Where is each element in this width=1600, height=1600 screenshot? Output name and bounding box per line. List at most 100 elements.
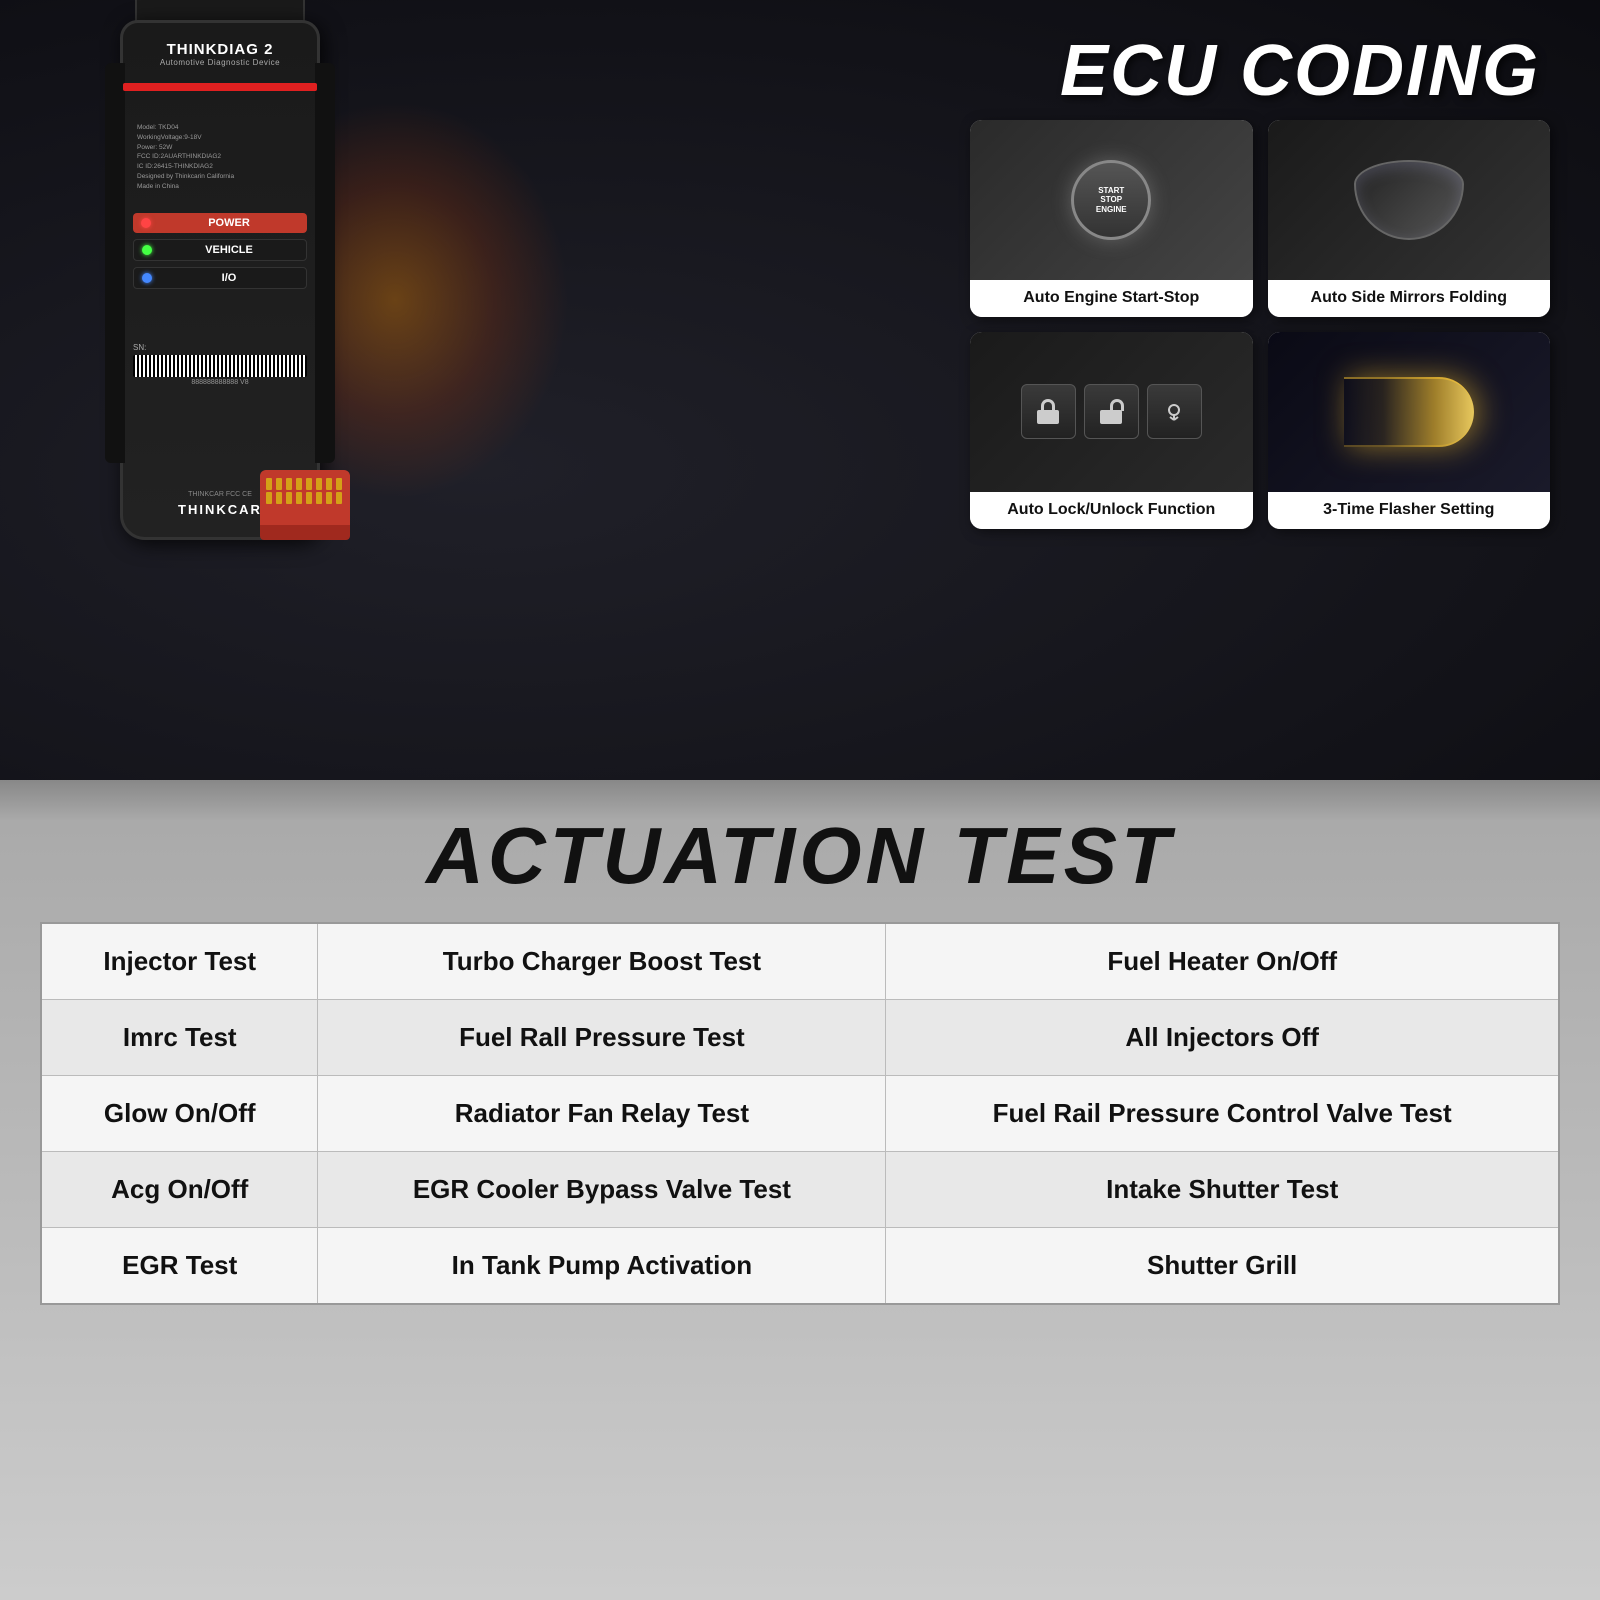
table-row: Acg On/OffEGR Cooler Bypass Valve TestIn… [41, 1152, 1559, 1228]
lock-icon [1037, 399, 1059, 424]
spec-fcc: FCC ID:2AUARTHINKDIAG2 [137, 152, 303, 162]
device-body: THINKDIAG 2 Automotive Diagnostic Device… [120, 20, 320, 540]
obd-connector [260, 470, 350, 540]
device-brand-sub: Automotive Diagnostic Device [123, 58, 317, 67]
cell-col3-4: Shutter Grill [886, 1228, 1559, 1305]
device-container: THINKDIAG 2 Automotive Diagnostic Device… [60, 20, 480, 760]
cell-col3-2: Fuel Rail Pressure Control Valve Test [886, 1076, 1559, 1152]
mirror-visual [1354, 160, 1464, 240]
feature-card-flasher: 3-Time Flasher Setting [1268, 332, 1551, 529]
actuation-table: Injector TestTurbo Charger Boost TestFue… [40, 922, 1560, 1305]
cell-col2-4: In Tank Pump Activation [318, 1228, 886, 1305]
feature-card-start-stop: START STOP ENGINE Auto Engine Start-Stop [970, 120, 1253, 317]
obd-pin [326, 492, 332, 504]
bottom-section: ACTUATION TEST Injector TestTurbo Charge… [0, 780, 1600, 1600]
led-power-dot [141, 218, 151, 228]
obd-pin [316, 492, 322, 504]
led-vehicle-dot [142, 245, 152, 255]
lock-button-visual [1021, 384, 1076, 439]
light-button-visual [1147, 384, 1202, 439]
cell-col2-1: Fuel Rall Pressure Test [318, 1000, 886, 1076]
device-brand: THINKDIAG 2 Automotive Diagnostic Device [123, 41, 317, 67]
ecu-coding-title: ECU CODING [1060, 30, 1540, 112]
feature-img-mirror [1268, 120, 1551, 280]
feature-img-flasher [1268, 332, 1551, 492]
spec-made: Made in China [137, 182, 303, 192]
actuation-title: ACTUATION TEST [0, 810, 1600, 902]
start-stop-button-visual: START STOP ENGINE [1071, 160, 1151, 240]
table-row: Injector TestTurbo Charger Boost TestFue… [41, 923, 1559, 1000]
unlock-button-visual [1084, 384, 1139, 439]
lock-body [1037, 410, 1059, 424]
unlock-body [1100, 410, 1122, 424]
obd-pin [336, 478, 342, 490]
led-io-label: I/O [160, 272, 298, 284]
cell-col1-3: Acg On/Off [41, 1152, 318, 1228]
light-icon [1163, 401, 1185, 423]
device-sn-number: 888888888888 V8 [133, 379, 307, 386]
unlock-icon [1100, 399, 1122, 424]
feature-label-mirrors: Auto Side Mirrors Folding [1268, 280, 1551, 317]
led-vehicle-row: VEHICLE [133, 239, 307, 261]
table-row: Glow On/OffRadiator Fan Relay TestFuel R… [41, 1076, 1559, 1152]
actuation-header: ACTUATION TEST [0, 780, 1600, 922]
cell-col3-0: Fuel Heater On/Off [886, 923, 1559, 1000]
device-right-grip [315, 63, 335, 463]
spec-designed: Designed by Thinkcarin California [137, 172, 303, 182]
device-sn: SN: 888888888888 V8 [133, 343, 307, 386]
obd-pin [286, 478, 292, 490]
obd-pin [306, 478, 312, 490]
obd-pin [306, 492, 312, 504]
obd-body [260, 470, 350, 525]
cell-col1-0: Injector Test [41, 923, 318, 1000]
feature-card-lock: Auto Lock/Unlock Function [970, 332, 1253, 529]
device-sn-label: SN: [133, 343, 307, 352]
obd-pins [260, 470, 350, 508]
obd-pin [276, 492, 282, 504]
table-row: EGR TestIn Tank Pump ActivationShutter G… [41, 1228, 1559, 1305]
led-io-dot [142, 273, 152, 283]
obd-base [260, 525, 350, 540]
spec-ic: IC ID:26415-THINKDIAG2 [137, 162, 303, 172]
spec-power: Power: 52W [137, 143, 303, 153]
device-specs: Model: TKD04 WorkingVoltage:9-18V Power:… [137, 123, 303, 191]
cell-col3-1: All Injectors Off [886, 1000, 1559, 1076]
table-row: Imrc TestFuel Rall Pressure TestAll Inje… [41, 1000, 1559, 1076]
device-barcode [133, 355, 307, 377]
device-left-grip [105, 63, 125, 463]
obd-pin [326, 478, 332, 490]
led-vehicle-label: VEHICLE [160, 244, 298, 256]
cell-col3-3: Intake Shutter Test [886, 1152, 1559, 1228]
feature-label-lock: Auto Lock/Unlock Function [970, 492, 1253, 529]
cell-col2-3: EGR Cooler Bypass Valve Test [318, 1152, 886, 1228]
led-power-label: POWER [159, 217, 299, 229]
led-power-row: POWER [133, 213, 307, 233]
feature-label-flasher: 3-Time Flasher Setting [1268, 492, 1551, 529]
spec-voltage: WorkingVoltage:9-18V [137, 133, 303, 143]
obd-pin [266, 478, 272, 490]
obd-pin [316, 478, 322, 490]
cell-col1-1: Imrc Test [41, 1000, 318, 1076]
obd-pin [286, 492, 292, 504]
cell-col2-0: Turbo Charger Boost Test [318, 923, 886, 1000]
obd-pin [296, 492, 302, 504]
cell-col2-2: Radiator Fan Relay Test [318, 1076, 886, 1152]
top-section: ECU CODING THINKDIAG 2 Automotive Diagno… [0, 0, 1600, 780]
headlight-visual [1344, 377, 1474, 447]
obd-pin [296, 478, 302, 490]
obd-pin [266, 492, 272, 504]
obd-pin [276, 478, 282, 490]
device-led-section: POWER VEHICLE I/O [133, 213, 307, 295]
thinkdiag-device: THINKDIAG 2 Automotive Diagnostic Device… [120, 20, 320, 620]
device-red-strip [123, 83, 317, 91]
led-io-row: I/O [133, 267, 307, 289]
obd-pin [336, 492, 342, 504]
feature-grid: START STOP ENGINE Auto Engine Start-Stop… [970, 120, 1550, 529]
cell-col1-2: Glow On/Off [41, 1076, 318, 1152]
spec-model: Model: TKD04 [137, 123, 303, 133]
feature-card-mirrors: Auto Side Mirrors Folding [1268, 120, 1551, 317]
feature-img-start-stop: START STOP ENGINE [970, 120, 1253, 280]
feature-img-lock [970, 332, 1253, 492]
feature-label-start-stop: Auto Engine Start-Stop [970, 280, 1253, 317]
cell-col1-4: EGR Test [41, 1228, 318, 1305]
